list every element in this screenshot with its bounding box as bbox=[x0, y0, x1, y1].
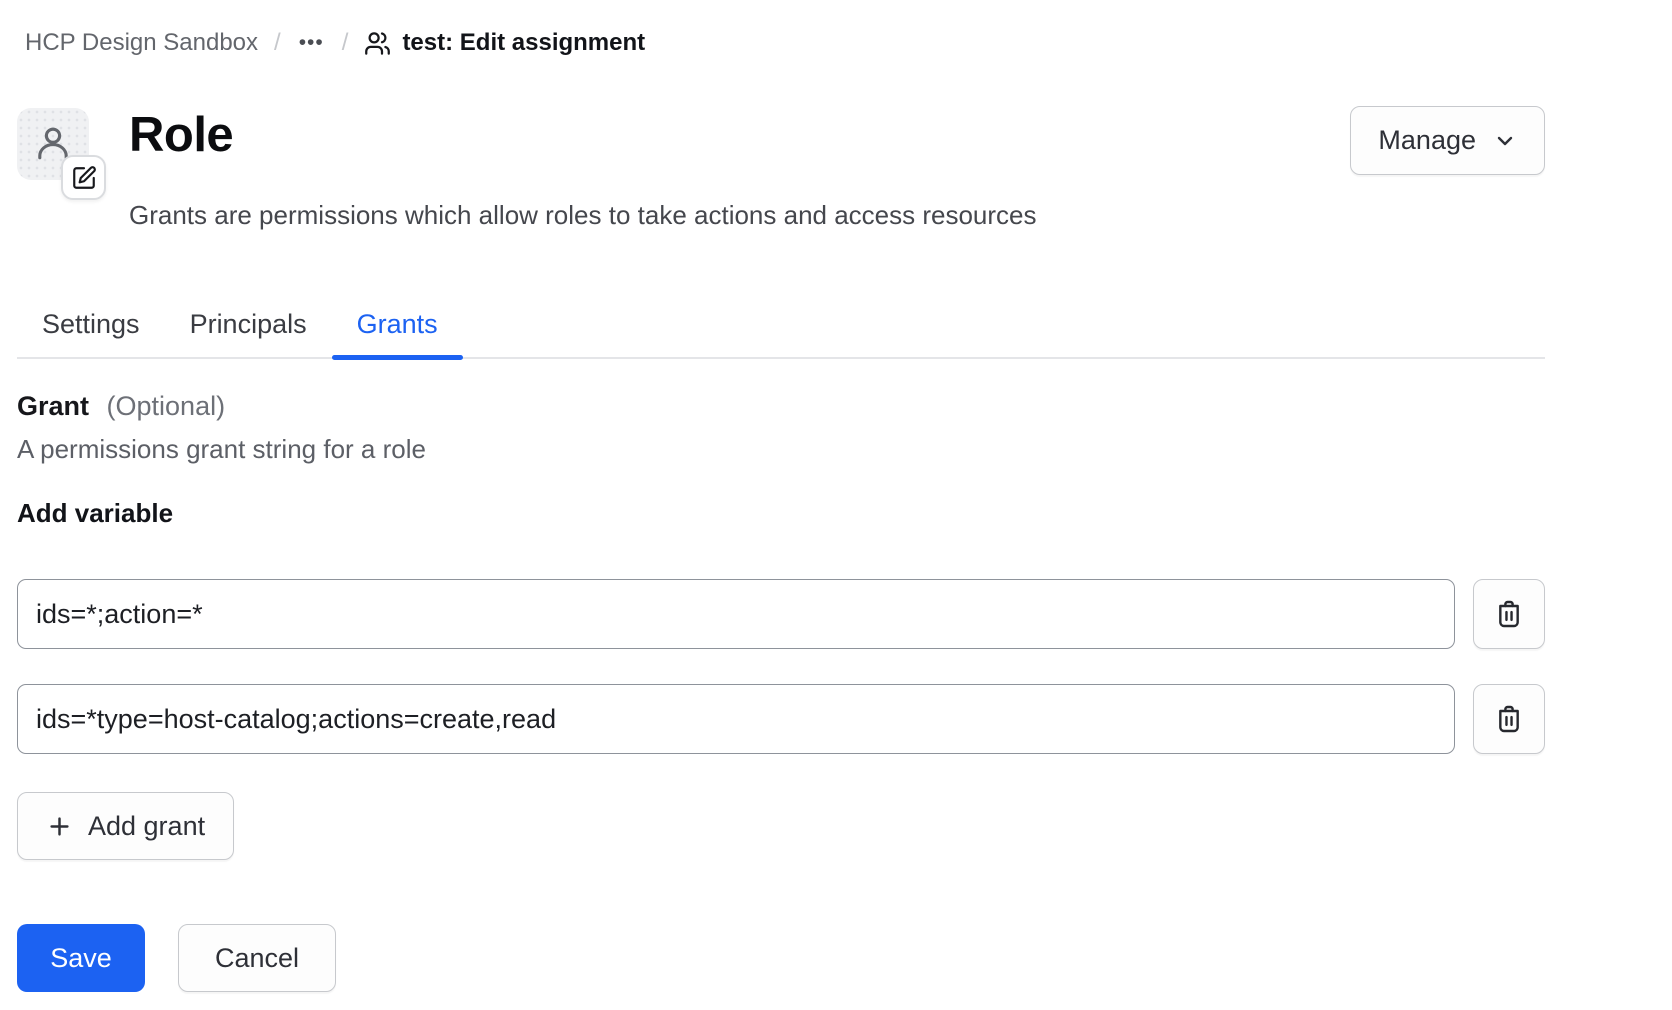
role-avatar bbox=[17, 108, 89, 180]
plus-icon bbox=[46, 813, 73, 840]
page-subtitle: Grants are permissions which allow roles… bbox=[129, 198, 1037, 232]
edit-avatar-button[interactable] bbox=[61, 155, 106, 200]
grant-row bbox=[17, 684, 1545, 754]
breadcrumb-item-current: test: Edit assignment bbox=[364, 29, 645, 57]
optional-label: (Optional) bbox=[107, 391, 226, 421]
page: HCP Design Sandbox / ••• / test: Edit as… bbox=[0, 26, 1545, 992]
delete-grant-1-button[interactable] bbox=[1473, 579, 1545, 649]
chevron-down-icon bbox=[1493, 129, 1517, 153]
delete-grant-2-button[interactable] bbox=[1473, 684, 1545, 754]
grant-label: Grant bbox=[17, 391, 89, 421]
breadcrumb: HCP Design Sandbox / ••• / test: Edit as… bbox=[25, 26, 1545, 60]
trash-icon bbox=[1493, 598, 1525, 630]
tab-bar: Settings Principals Grants bbox=[17, 304, 1545, 359]
grant-input-2[interactable] bbox=[17, 684, 1455, 754]
tab-settings[interactable]: Settings bbox=[17, 304, 165, 357]
page-title: Role bbox=[129, 106, 1037, 164]
breadcrumb-separator: / bbox=[274, 29, 281, 57]
grant-row bbox=[17, 579, 1545, 649]
form-actions: Save Cancel bbox=[17, 924, 1545, 992]
breadcrumb-item-hcp-design-sandbox[interactable]: HCP Design Sandbox bbox=[25, 29, 258, 57]
grant-heading: Grant (Optional) bbox=[17, 389, 1545, 423]
save-button[interactable]: Save bbox=[17, 924, 145, 992]
tab-principals[interactable]: Principals bbox=[165, 304, 332, 357]
manage-button-label: Manage bbox=[1378, 125, 1476, 156]
add-variable-label: Add variable bbox=[17, 496, 1545, 530]
edit-pencil-icon bbox=[71, 165, 97, 191]
add-grant-button[interactable]: Add grant bbox=[17, 792, 234, 860]
breadcrumb-separator: / bbox=[342, 29, 349, 57]
users-icon bbox=[364, 30, 391, 57]
add-grant-button-label: Add grant bbox=[88, 811, 205, 842]
breadcrumb-current-label: test: Edit assignment bbox=[402, 29, 645, 57]
manage-button[interactable]: Manage bbox=[1350, 106, 1545, 175]
breadcrumb-ellipsis-button[interactable]: ••• bbox=[297, 31, 326, 55]
tab-grants[interactable]: Grants bbox=[332, 304, 463, 357]
cancel-button[interactable]: Cancel bbox=[178, 924, 336, 992]
page-header: Role Grants are permissions which allow … bbox=[17, 106, 1545, 232]
trash-icon bbox=[1493, 703, 1525, 735]
grant-help-text: A permissions grant string for a role bbox=[17, 432, 1545, 466]
grant-input-1[interactable] bbox=[17, 579, 1455, 649]
